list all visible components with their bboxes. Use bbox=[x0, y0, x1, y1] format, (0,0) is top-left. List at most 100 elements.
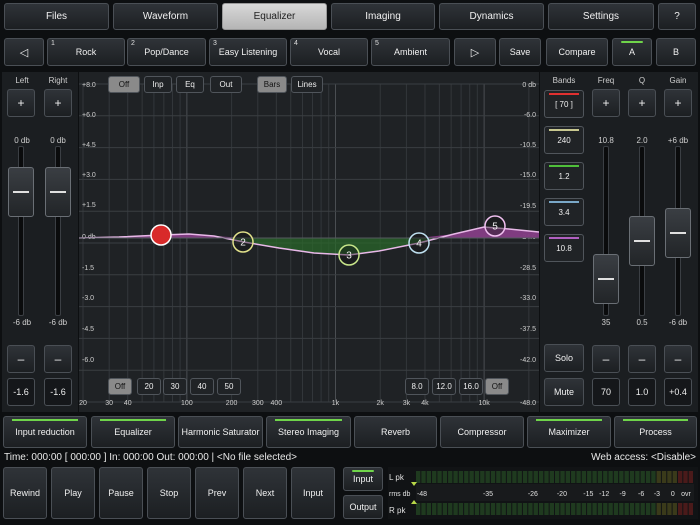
q-minus-button[interactable]: – bbox=[628, 345, 656, 373]
q-plus-button[interactable]: + bbox=[628, 89, 656, 117]
high-cut-16.0-button[interactable]: 16.0 bbox=[459, 378, 483, 395]
module-label: Reverb bbox=[380, 427, 410, 437]
rewind-button[interactable]: Rewind bbox=[3, 467, 47, 519]
tab-settings[interactable]: Settings bbox=[548, 3, 654, 30]
freq-minus-button[interactable]: – bbox=[592, 345, 620, 373]
a-button[interactable]: A bbox=[612, 38, 652, 66]
eq-band-node-1[interactable]: 1 bbox=[150, 224, 172, 246]
left-minus-button[interactable]: – bbox=[7, 345, 35, 373]
band-2-button[interactable]: 240 bbox=[544, 126, 584, 154]
low-cut-20-button[interactable]: 20 bbox=[137, 378, 161, 395]
eq-band-node-4[interactable]: 4 bbox=[408, 232, 430, 254]
module-equalizer-button[interactable]: Equalizer bbox=[91, 416, 175, 448]
gain-scale-label: +1.5 bbox=[82, 202, 96, 209]
preset-3-button[interactable]: 3 Easy Listening bbox=[209, 38, 287, 66]
module-process-button[interactable]: Process bbox=[614, 416, 697, 448]
module-compressor-button[interactable]: Compressor bbox=[440, 416, 524, 448]
module-harmonic-saturator-button[interactable]: Harmonic Saturator bbox=[178, 416, 263, 448]
tab-dynamics[interactable]: Dynamics bbox=[439, 3, 544, 30]
gain-value[interactable]: +0.4 bbox=[664, 378, 692, 406]
gain-scale-label: -6.0 bbox=[82, 357, 94, 364]
q-slider-knob[interactable] bbox=[629, 216, 655, 266]
band-frequency-label: [ 70 ] bbox=[555, 99, 573, 109]
high-cut-12.0-button[interactable]: 12.0 bbox=[432, 378, 456, 395]
module-stereo-imaging-button[interactable]: Stereo Imaging bbox=[266, 416, 351, 448]
module-input-reduction-button[interactable]: Input reduction bbox=[3, 416, 87, 448]
left-gain-value[interactable]: -1.6 bbox=[7, 378, 35, 406]
band-3-button[interactable]: 1.2 bbox=[544, 162, 584, 190]
tab-help[interactable]: ? bbox=[658, 3, 696, 30]
mode-lines-button[interactable]: Lines bbox=[291, 76, 323, 93]
compare-button[interactable]: Compare bbox=[546, 38, 608, 66]
pause-button[interactable]: Pause bbox=[99, 467, 143, 519]
tab-files[interactable]: Files bbox=[4, 3, 109, 30]
left-plus-button[interactable]: + bbox=[7, 89, 35, 117]
tab-equalizer[interactable]: Equalizer bbox=[222, 3, 327, 30]
view-inp-button[interactable]: Inp bbox=[144, 76, 172, 93]
low-cut-30-button[interactable]: 30 bbox=[163, 378, 187, 395]
high-cut-8.0-button[interactable]: 8.0 bbox=[405, 378, 429, 395]
meter-input-button[interactable]: Input bbox=[343, 467, 383, 491]
preset-1-button[interactable]: 1 Rock bbox=[47, 38, 125, 66]
input-button[interactable]: Input bbox=[291, 467, 335, 519]
freq-label: 100 bbox=[181, 400, 193, 407]
tab-imaging[interactable]: Imaging bbox=[331, 3, 435, 30]
module-reverb-button[interactable]: Reverb bbox=[354, 416, 437, 448]
play-button[interactable]: Play bbox=[51, 467, 95, 519]
gain-plus-button[interactable]: + bbox=[664, 89, 692, 117]
stop-button[interactable]: Stop bbox=[147, 467, 191, 519]
freq-label: 2k bbox=[377, 400, 385, 407]
eq-band-node-2[interactable]: 2 bbox=[232, 231, 254, 253]
preset-4-button[interactable]: 4 Vocal bbox=[290, 38, 368, 66]
view-out-button[interactable]: Out bbox=[210, 76, 242, 93]
freq-plus-button[interactable]: + bbox=[592, 89, 620, 117]
left-peak-label: L pk bbox=[389, 473, 405, 482]
prev-button[interactable]: Prev bbox=[195, 467, 239, 519]
mute-button[interactable]: Mute bbox=[544, 378, 584, 406]
right-plus-button[interactable]: + bbox=[44, 89, 72, 117]
low-cut-40-button[interactable]: 40 bbox=[190, 378, 214, 395]
b-button[interactable]: B bbox=[656, 38, 696, 66]
gain-minus-button[interactable]: – bbox=[664, 345, 692, 373]
right-minus-button[interactable]: – bbox=[44, 345, 72, 373]
eq-band-node-3[interactable]: 3 bbox=[338, 244, 360, 266]
module-active-indicator bbox=[536, 419, 602, 421]
tab-waveform[interactable]: Waveform bbox=[113, 3, 218, 30]
freq-slider-knob[interactable] bbox=[593, 254, 619, 304]
save-button[interactable]: Save bbox=[499, 38, 541, 66]
band-5-button[interactable]: 10.8 bbox=[544, 234, 584, 262]
solo-button[interactable]: Solo bbox=[544, 344, 584, 372]
right-slider-knob[interactable] bbox=[45, 167, 71, 217]
q-bottom-label: 0.5 bbox=[636, 318, 648, 327]
view-eq-button[interactable]: Eq bbox=[176, 76, 204, 93]
module-maximizer-button[interactable]: Maximizer bbox=[527, 416, 611, 448]
right-gain-value[interactable]: -1.6 bbox=[44, 378, 72, 406]
preset-5-button[interactable]: 5 Ambient bbox=[371, 38, 450, 66]
eq-graph[interactable]: +8.0 +6.0 +4.5 +3.0 +1.5 0 db -1.5 -3.0 -4.5 -6.0… bbox=[79, 72, 539, 412]
preset-prev-button[interactable]: ◁ bbox=[4, 38, 44, 66]
freq-value[interactable]: 70 bbox=[592, 378, 620, 406]
preset-2-button[interactable]: 2 Pop/Dance bbox=[127, 38, 206, 66]
meter-scale-label: -15 bbox=[583, 491, 593, 498]
low-cut-50-button[interactable]: 50 bbox=[217, 378, 241, 395]
meter-scale-label: -6 bbox=[638, 491, 644, 498]
high-cut-off-button[interactable]: Off bbox=[485, 378, 509, 395]
meter-output-button[interactable]: Output bbox=[343, 495, 383, 519]
low-cut-off-button[interactable]: Off bbox=[108, 378, 132, 395]
eq-band-node-label: 5 bbox=[492, 222, 498, 233]
gain-scale-label: +8.0 bbox=[82, 82, 96, 89]
left-slider-knob[interactable] bbox=[8, 167, 34, 217]
gain-scale-label: +6.0 bbox=[82, 112, 96, 119]
mode-bars-button[interactable]: Bars bbox=[257, 76, 287, 93]
eq-band-node-5[interactable]: 5 bbox=[484, 215, 506, 237]
view-off-button[interactable]: Off bbox=[108, 76, 140, 93]
gain-top-label: +6 db bbox=[667, 136, 689, 145]
next-button[interactable]: Next bbox=[243, 467, 287, 519]
gain-slider-knob[interactable] bbox=[665, 208, 691, 258]
preset-next-button[interactable]: ▷ bbox=[454, 38, 496, 66]
q-value[interactable]: 1.0 bbox=[628, 378, 656, 406]
band-4-button[interactable]: 3.4 bbox=[544, 198, 584, 226]
band-1-button[interactable]: [ 70 ] bbox=[544, 90, 584, 118]
db-scale-label: -6.0 bbox=[524, 112, 536, 119]
module-active-indicator bbox=[12, 419, 78, 421]
